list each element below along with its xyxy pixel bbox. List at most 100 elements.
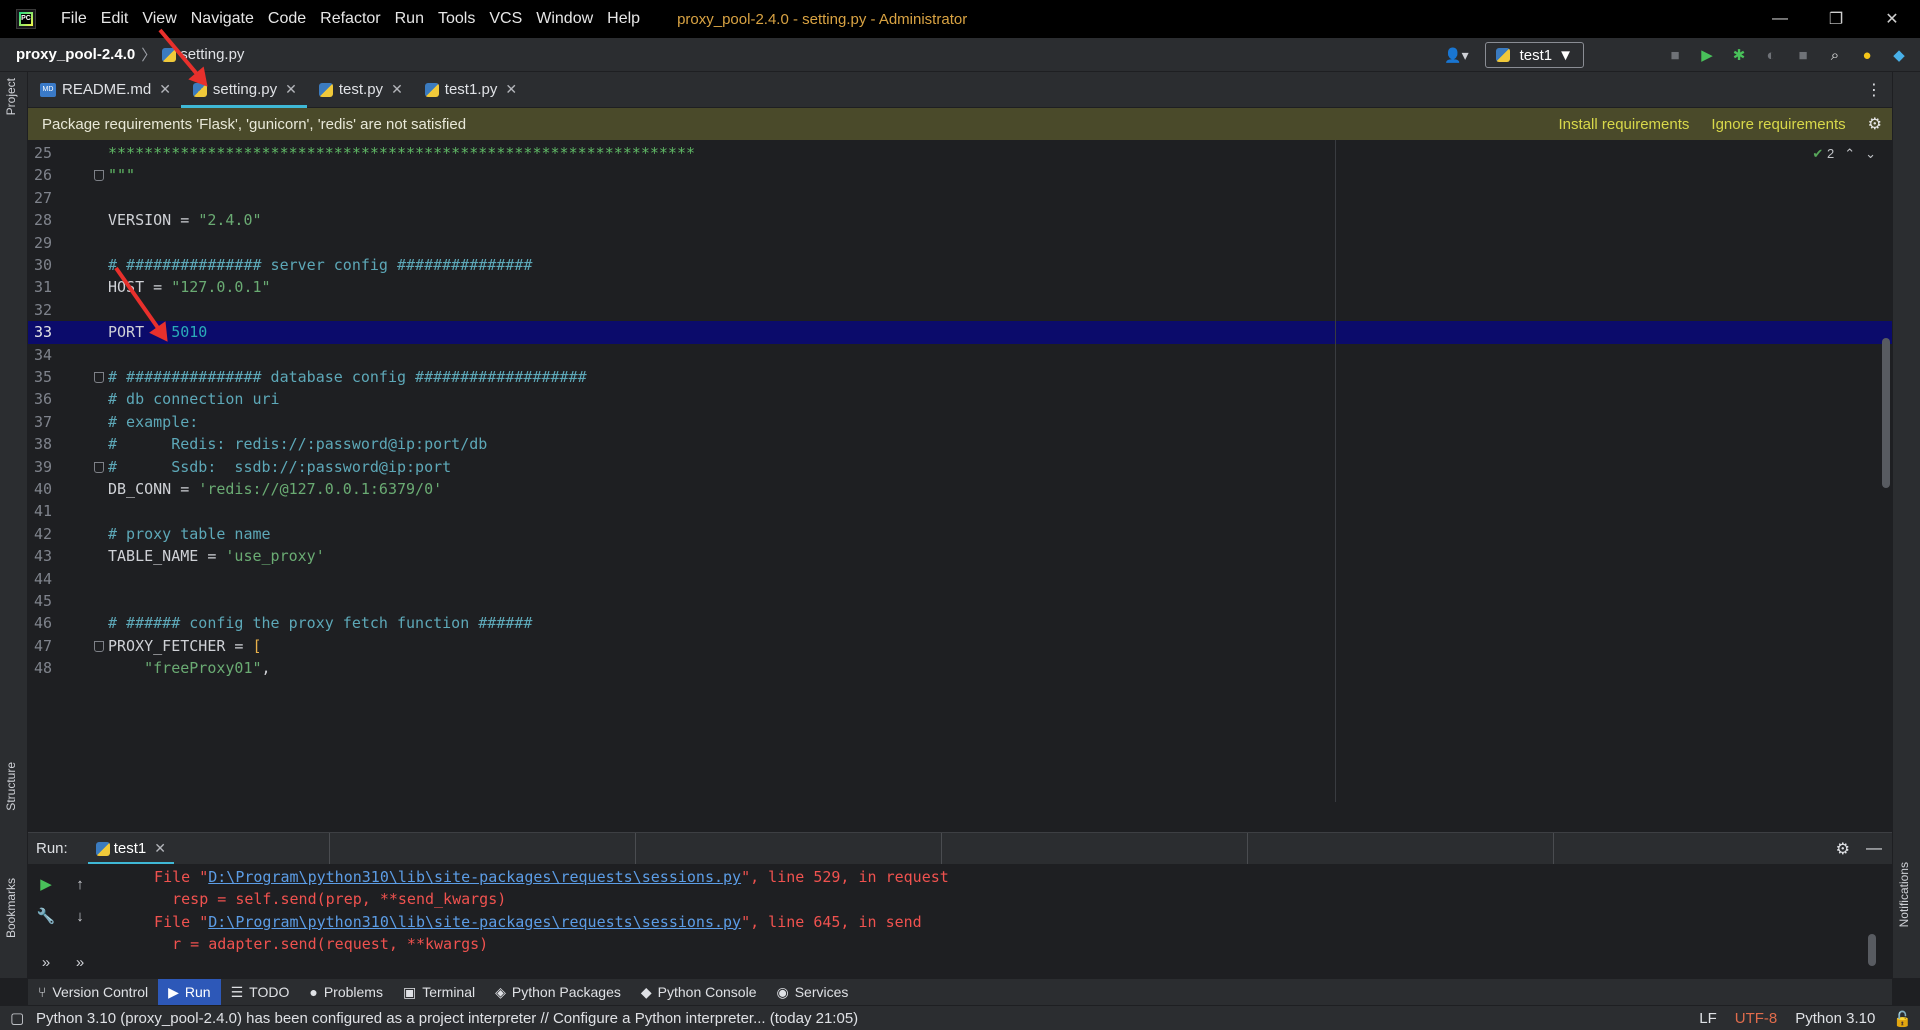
rerun-icon[interactable]: ▶: [34, 872, 58, 896]
file-link[interactable]: D:\Program\python310\lib\site-packages\r…: [208, 913, 741, 931]
line-number[interactable]: 33: [34, 321, 70, 343]
updates-icon[interactable]: ●: [1856, 44, 1878, 66]
tool-tab-problems[interactable]: ● Problems: [299, 979, 393, 1006]
tool-tab-todo[interactable]: ☰ TODO: [221, 979, 300, 1006]
tool-tab-python-packages[interactable]: ◈ Python Packages: [485, 979, 631, 1006]
run-icon[interactable]: ▶: [1696, 44, 1718, 66]
line-number[interactable]: 34: [34, 344, 70, 366]
double-chevron-right-icon[interactable]: »: [34, 950, 58, 974]
menu-window[interactable]: Window: [529, 0, 600, 38]
line-number[interactable]: 26: [34, 164, 70, 186]
line-number[interactable]: 38: [34, 433, 70, 455]
gear-icon[interactable]: ⚙: [1836, 839, 1850, 859]
line-number[interactable]: 31: [34, 276, 70, 298]
arrow-down-icon[interactable]: ↓: [68, 904, 92, 928]
encoding-widget[interactable]: UTF-8: [1735, 1010, 1778, 1027]
line-number[interactable]: 28: [34, 209, 70, 231]
gear-icon[interactable]: ⚙: [1868, 114, 1882, 134]
tool-tab-version-control[interactable]: ⑂ Version Control: [28, 979, 158, 1006]
lock-icon[interactable]: 🔓: [1893, 1010, 1912, 1028]
line-number[interactable]: 45: [34, 590, 70, 612]
line-number[interactable]: 43: [34, 545, 70, 567]
inspection-widget[interactable]: ✔ 2 ⌃ ⌄: [1812, 146, 1876, 162]
project-tool-tab[interactable]: Project: [4, 78, 18, 115]
line-number[interactable]: 25: [34, 142, 70, 164]
notifications-tool-tab[interactable]: Notifications: [1897, 862, 1911, 927]
debug-icon[interactable]: ✱: [1728, 44, 1750, 66]
menu-help[interactable]: Help: [600, 0, 647, 38]
close-icon[interactable]: ✕: [159, 81, 171, 98]
menu-code[interactable]: Code: [261, 0, 313, 38]
line-number[interactable]: 32: [34, 299, 70, 321]
console-scrollbar[interactable]: [1868, 934, 1876, 966]
line-number[interactable]: 27: [34, 187, 70, 209]
tab-readme-md[interactable]: MD README.md ✕: [28, 72, 181, 108]
line-number[interactable]: 47: [34, 635, 70, 657]
fold-marker-icon[interactable]: [94, 461, 104, 473]
line-number[interactable]: 30: [34, 254, 70, 276]
line-number[interactable]: 46: [34, 612, 70, 634]
line-number[interactable]: 35: [34, 366, 70, 388]
add-user-icon[interactable]: 👤▾: [1438, 47, 1474, 64]
line-number[interactable]: 41: [34, 500, 70, 522]
line-number[interactable]: 39: [34, 456, 70, 478]
tool-tab-run[interactable]: ▶ Run: [158, 978, 221, 1006]
fold-marker-icon[interactable]: [94, 372, 104, 383]
fold-marker-icon[interactable]: [94, 640, 104, 652]
menu-tools[interactable]: Tools: [431, 0, 482, 38]
structure-tool-tab[interactable]: Structure: [4, 762, 18, 811]
close-window-icon[interactable]: ✕: [1864, 0, 1920, 38]
search-icon[interactable]: ⌕: [1824, 44, 1846, 66]
breadcrumb-project[interactable]: proxy_pool-2.4.0: [16, 46, 135, 63]
line-number[interactable]: 36: [34, 388, 70, 410]
stop-icon[interactable]: ■: [1664, 44, 1686, 66]
more-vertical-icon[interactable]: ⋮: [1866, 80, 1882, 100]
restore-icon[interactable]: ❐: [1808, 0, 1864, 38]
coverage-icon[interactable]: ◐: [1760, 44, 1782, 66]
ignore-requirements-link[interactable]: Ignore requirements: [1711, 116, 1845, 133]
line-number[interactable]: 40: [34, 478, 70, 500]
arrow-up-icon[interactable]: ↑: [68, 872, 92, 896]
file-link[interactable]: D:\Program\python310\lib\site-packages\r…: [208, 868, 741, 886]
menu-run[interactable]: Run: [388, 0, 431, 38]
line-number[interactable]: 44: [34, 568, 70, 590]
tab-test1-py[interactable]: test1.py ✕: [413, 72, 527, 108]
line-number[interactable]: 37: [34, 411, 70, 433]
close-icon[interactable]: ✕: [154, 840, 166, 857]
menu-file[interactable]: File: [54, 0, 94, 38]
chevron-down-icon[interactable]: ⌄: [1865, 146, 1876, 162]
run-configuration-select[interactable]: test1 ▼: [1484, 42, 1584, 68]
line-separator-widget[interactable]: LF: [1699, 1010, 1717, 1027]
pycharm-logo-icon[interactable]: PC: [16, 9, 36, 29]
wrench-icon[interactable]: 🔧: [34, 904, 58, 928]
menu-navigate[interactable]: Navigate: [184, 0, 261, 38]
tool-tab-services[interactable]: ◉ Services: [766, 979, 858, 1006]
install-requirements-link[interactable]: Install requirements: [1559, 116, 1690, 133]
stop-all-icon[interactable]: ■: [1792, 44, 1814, 66]
line-number[interactable]: 29: [34, 232, 70, 254]
interpreter-widget[interactable]: Python 3.10: [1795, 1010, 1875, 1027]
panel-toggle-icon[interactable]: ▢: [10, 1009, 24, 1027]
minimize-icon[interactable]: —: [1752, 0, 1808, 38]
close-icon[interactable]: ✕: [285, 81, 297, 98]
double-chevron-right-icon[interactable]: »: [68, 950, 92, 974]
menu-vcs[interactable]: VCS: [482, 0, 529, 38]
breadcrumb-file[interactable]: setting.py: [180, 46, 244, 63]
bookmarks-tool-tab[interactable]: Bookmarks: [4, 878, 18, 938]
run-tab-test1[interactable]: test1 ✕: [87, 833, 175, 865]
line-number[interactable]: 48: [34, 657, 70, 679]
tool-tab-terminal[interactable]: ▣ Terminal: [393, 979, 485, 1006]
status-message[interactable]: Python 3.10 (proxy_pool-2.4.0) has been …: [36, 1010, 858, 1027]
fold-marker-icon[interactable]: [94, 170, 104, 182]
code-editor[interactable]: 25 **************************************…: [28, 140, 1892, 802]
menu-refactor[interactable]: Refactor: [313, 0, 387, 38]
chevron-up-icon[interactable]: ⌃: [1844, 146, 1855, 162]
line-number[interactable]: 42: [34, 523, 70, 545]
jetbrains-ai-icon[interactable]: ◆: [1888, 44, 1910, 66]
tool-tab-python-console[interactable]: ◆ Python Console: [631, 979, 767, 1006]
editor-scrollbar[interactable]: [1882, 338, 1890, 488]
run-console[interactable]: File "D:\Program\python310\lib\site-pack…: [100, 864, 1880, 978]
close-icon[interactable]: ✕: [505, 81, 517, 98]
tab-test-py[interactable]: test.py ✕: [307, 72, 413, 108]
menu-edit[interactable]: Edit: [94, 0, 136, 38]
